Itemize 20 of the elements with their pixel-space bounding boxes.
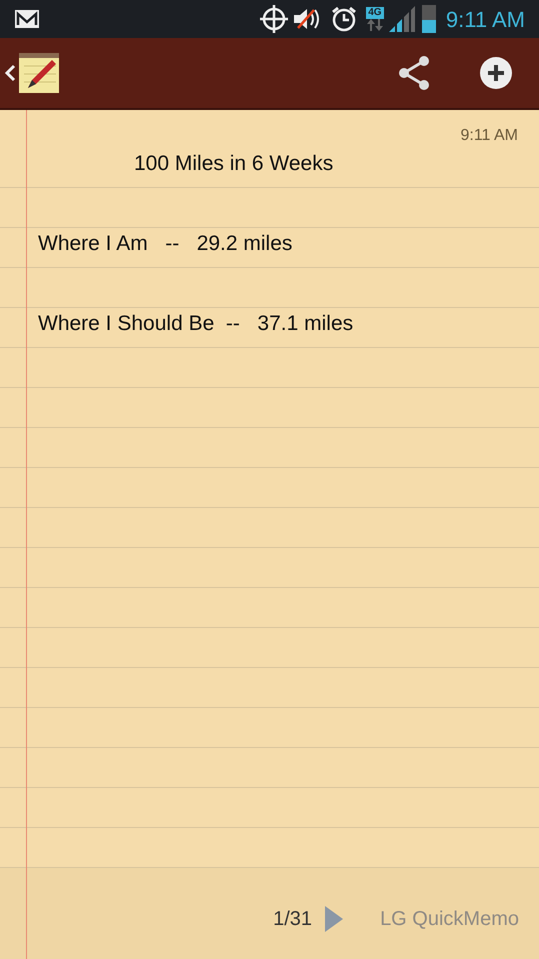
network-badge: 4G [366,7,384,19]
page-counter: 1/31 [273,906,312,932]
muted-speaker-icon [292,6,322,32]
app-name: LG QuickMemo [380,906,519,932]
battery-icon [422,5,436,33]
back-button[interactable] [4,52,60,94]
alarm-icon [330,5,358,33]
note-title: 100 Miles in 6 Weeks [133,150,334,176]
gps-icon [258,3,290,35]
add-icon[interactable] [479,56,513,90]
notepad-pencil-icon [18,52,60,94]
mail-icon [14,9,40,29]
share-icon[interactable] [397,55,431,91]
note-line: Where I Am -- 29.2 miles [37,230,292,256]
note-line: Where I Should Be -- 37.1 miles [37,310,354,336]
status-time: 9:11 AM [446,6,525,34]
signal-icon [388,5,416,33]
back-chevron-icon [4,63,16,83]
note-timestamp: 9:11 AM [460,126,518,146]
data-arrows-icon [366,19,384,31]
